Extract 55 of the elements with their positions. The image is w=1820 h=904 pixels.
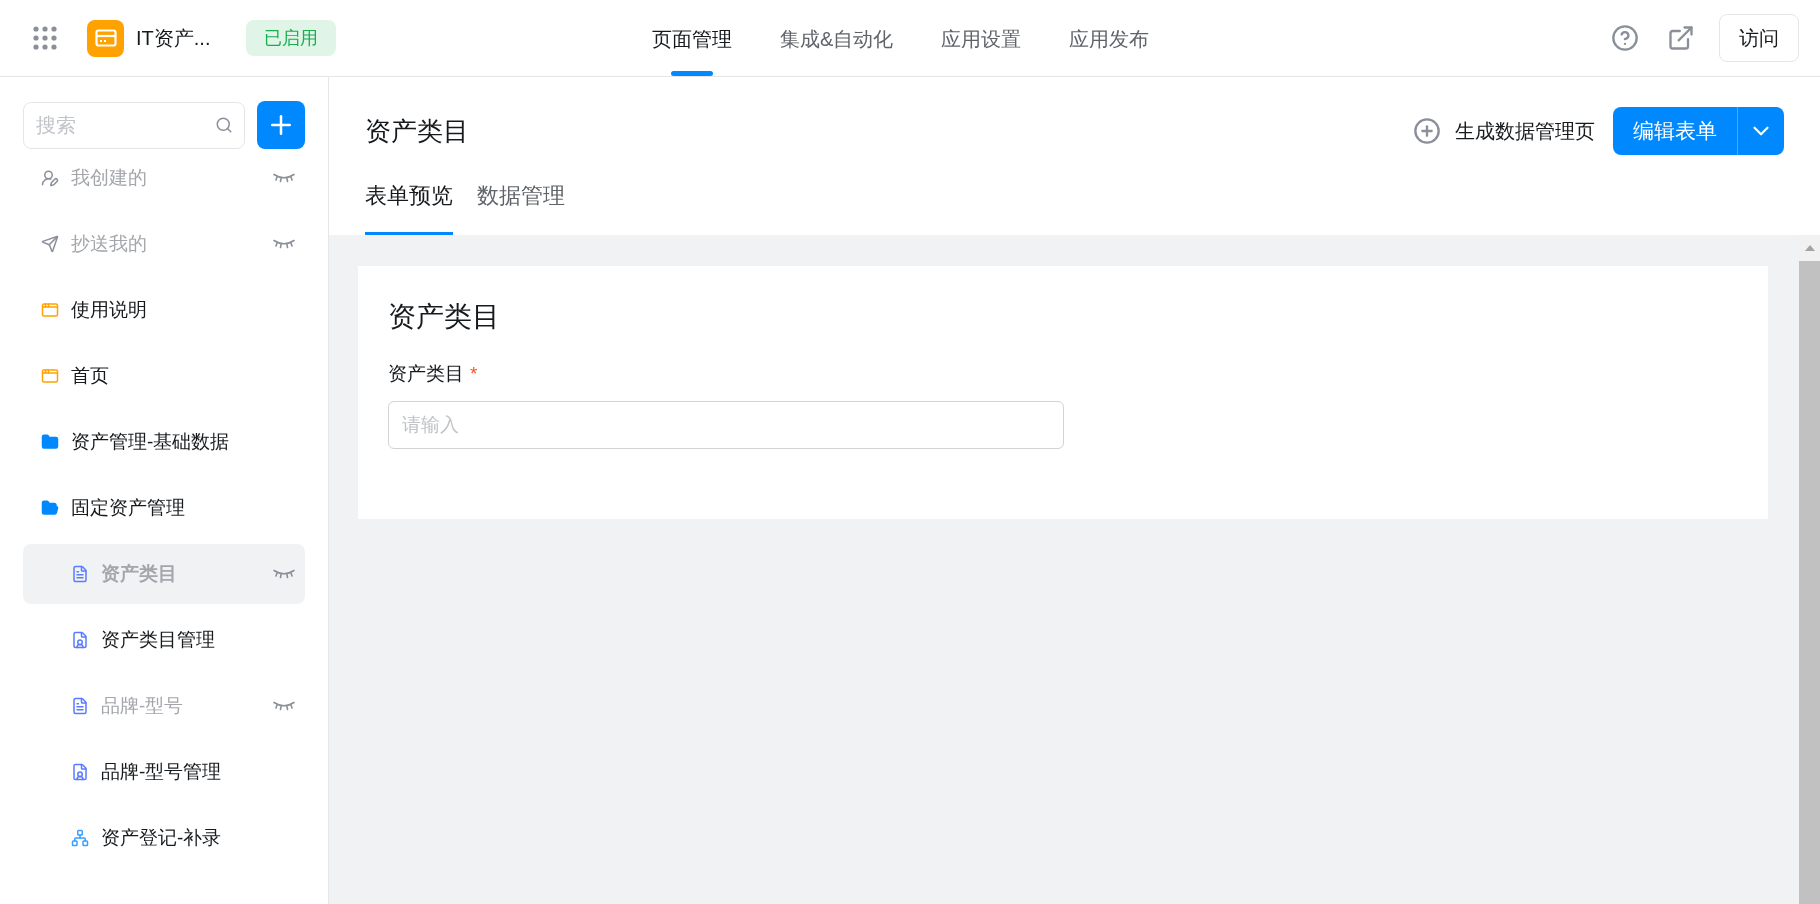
page-title: 资产类目	[365, 114, 470, 148]
add-circle-icon	[1413, 117, 1441, 145]
form-icon	[71, 697, 89, 715]
nav-tab[interactable]: 应用发布	[1069, 0, 1150, 77]
form-icon	[71, 565, 89, 583]
sidebar-item-label: 抄送我的	[71, 231, 148, 256]
sidebar-item-label: 使用说明	[71, 297, 148, 322]
app-grid-icon[interactable]	[33, 26, 57, 50]
scrollbar[interactable]	[1799, 235, 1820, 904]
page-icon	[41, 301, 59, 319]
eye-closed-icon[interactable]	[273, 173, 295, 183]
sidebar-item-label: 品牌-型号	[101, 693, 185, 718]
user-icon	[41, 169, 59, 187]
visit-button[interactable]: 访问	[1719, 14, 1799, 62]
flow-icon	[71, 829, 89, 847]
sidebar-item-label: 资产登记-补录	[101, 825, 223, 850]
eye-closed-icon[interactable]	[273, 569, 295, 579]
sidebar-item[interactable]: 首页	[23, 346, 305, 406]
report-icon	[71, 763, 89, 781]
help-icon[interactable]	[1611, 24, 1639, 52]
scroll-up-icon[interactable]	[1804, 245, 1815, 251]
app-logo-icon	[87, 19, 124, 57]
sidebar-item-label: 固定资产管理	[71, 495, 186, 520]
search-field[interactable]: 搜索	[23, 101, 245, 149]
sidebar-item[interactable]: 固定资产管理	[23, 478, 305, 538]
input-field[interactable]: 请输入	[388, 400, 1064, 449]
nav-tab[interactable]: 应用设置	[941, 0, 1022, 77]
sidebar-item-label: 首页	[71, 363, 110, 388]
page-icon	[41, 367, 59, 385]
nav-tab[interactable]: 集成&自动化	[780, 0, 894, 77]
sidebar-item-label: 品牌-型号管理	[101, 759, 223, 784]
external-link-icon[interactable]	[1667, 24, 1695, 52]
report-icon	[71, 631, 89, 649]
sidebar-item-label: 我创建的	[71, 165, 148, 190]
eye-closed-icon[interactable]	[273, 239, 295, 249]
nav-tab[interactable]: 页面管理	[652, 0, 732, 77]
paper-plane-icon	[41, 235, 59, 253]
sidebar-item[interactable]: 资产登记-补录	[23, 808, 305, 868]
eye-closed-icon[interactable]	[273, 701, 295, 711]
sidebar-item[interactable]: 资产类目管理	[23, 610, 305, 670]
sidebar-item[interactable]: 使用说明	[23, 280, 305, 340]
sidebar-item-label: 资产类目管理	[101, 627, 216, 652]
sidebar-item[interactable]: 品牌-型号管理	[23, 742, 305, 802]
field-label: 资产类目	[388, 362, 464, 386]
sidebar-item-label: 资产管理-基础数据	[71, 429, 231, 454]
sidebar-item-label: 资产类目	[101, 561, 178, 586]
app-name: IT资产...	[136, 26, 211, 51]
sidebar-item[interactable]: 资产管理-基础数据	[23, 412, 305, 472]
search-icon	[215, 115, 233, 134]
add-button[interactable]	[257, 101, 305, 149]
required-mark: *	[470, 362, 478, 386]
generate-data-page-link[interactable]: 生成数据管理页	[1413, 116, 1595, 146]
form-title: 资产类目	[388, 300, 501, 334]
status-badge: 已启用	[246, 20, 337, 56]
page-tab[interactable]: 数据管理	[477, 159, 565, 235]
